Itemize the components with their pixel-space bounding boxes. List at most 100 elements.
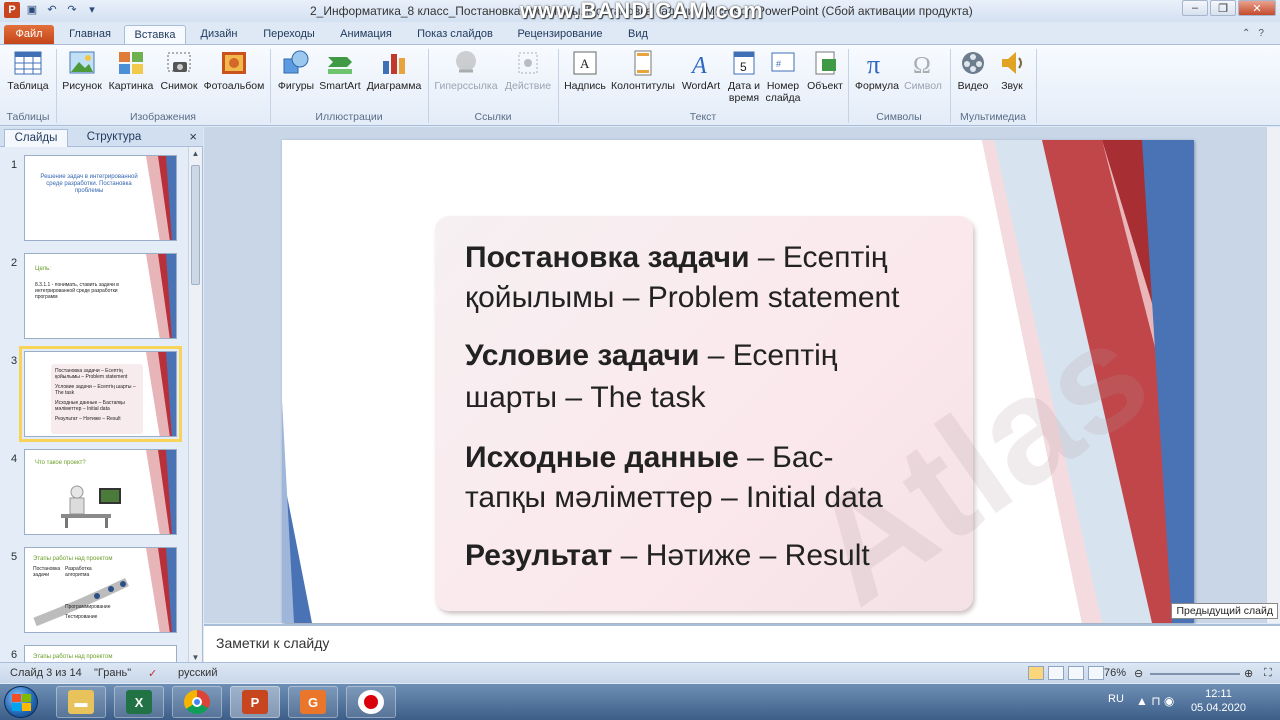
- tab-view[interactable]: Вид: [620, 25, 656, 44]
- slide-content-box[interactable]: Atlas Постановка задачи – Есептің қойылы…: [435, 216, 1177, 623]
- tab-design[interactable]: Дизайн: [192, 25, 246, 44]
- slide-number: 6: [11, 649, 18, 661]
- start-button[interactable]: [4, 686, 38, 718]
- slide-thumbnail-1[interactable]: Решение задач в интегрированной среде ра…: [24, 155, 177, 241]
- normal-view-button[interactable]: [1028, 666, 1044, 680]
- taskbar-pdf[interactable]: G: [288, 686, 338, 718]
- screenshot-button[interactable]: Снимок: [158, 49, 200, 92]
- notes-pane[interactable]: Заметки к слайду: [204, 624, 1280, 662]
- tab-animation[interactable]: Анимация: [330, 25, 402, 44]
- audio-button[interactable]: Звук: [994, 49, 1030, 92]
- smartart-button[interactable]: SmartArt: [318, 49, 362, 92]
- slideshow-view-button[interactable]: [1088, 666, 1104, 680]
- slide-thumbnail-4[interactable]: Что такое проект?: [24, 449, 177, 535]
- slide-thumbnail-3[interactable]: Постановка задачи – Есептің қойылымы – P…: [19, 346, 182, 442]
- calendar-icon: 5: [733, 51, 755, 75]
- zoom-level[interactable]: 76%: [1104, 667, 1126, 679]
- slide-thumbnail-title: Что такое проект?: [35, 460, 86, 466]
- tab-review[interactable]: Рецензирование: [508, 25, 612, 44]
- tray-icons[interactable]: ▲ ⊓ ◉: [1136, 694, 1174, 708]
- zoom-slider[interactable]: [1150, 673, 1240, 675]
- tab-outline[interactable]: Структура: [74, 129, 154, 147]
- reading-view-button[interactable]: [1068, 666, 1084, 680]
- film-reel-icon: [962, 52, 984, 74]
- taskbar-explorer[interactable]: ▬: [56, 686, 106, 718]
- action-icon: [518, 52, 538, 74]
- excel-icon: X: [126, 690, 152, 714]
- taskbar-powerpoint[interactable]: P: [230, 686, 280, 718]
- slides-pane-tabs: Слайды Структура ×: [0, 127, 203, 147]
- close-pane-icon[interactable]: ×: [189, 129, 197, 144]
- tab-slideshow[interactable]: Показ слайдов: [410, 25, 500, 44]
- tab-slides[interactable]: Слайды: [4, 129, 68, 147]
- slide-thumbnail-2[interactable]: Цель: 8.3.1.1 - понимать, ставить задачи…: [24, 253, 177, 339]
- svg-text:#: #: [776, 59, 781, 69]
- taskbar-excel[interactable]: X: [114, 686, 164, 718]
- language-indicator[interactable]: русский: [178, 667, 217, 679]
- smartart-icon: [328, 57, 352, 74]
- spelling-check-icon[interactable]: ✓: [148, 667, 157, 680]
- ribbon-help-controls[interactable]: ⌃?: [1242, 28, 1272, 39]
- tab-transitions[interactable]: Переходы: [256, 25, 322, 44]
- equation-button[interactable]: π Формула: [852, 49, 902, 92]
- textbox-button[interactable]: A Надпись: [562, 49, 608, 92]
- thumbnail-decoration: [146, 450, 176, 534]
- group-images: Изображения: [130, 111, 196, 123]
- slide-scrollbar[interactable]: [1266, 127, 1280, 623]
- slide-text-line: шарты – The task: [465, 381, 706, 414]
- hyperlink-button[interactable]: Гиперссылка: [432, 49, 500, 92]
- slide-sorter-view-button[interactable]: [1048, 666, 1064, 680]
- datetime-button[interactable]: 5 Дата и время: [726, 49, 762, 104]
- tab-home[interactable]: Главная: [62, 25, 118, 44]
- headerfooter-button[interactable]: Колонтитулы: [610, 49, 676, 92]
- window-controls: – ❐ ✕: [1182, 0, 1276, 16]
- maximize-button[interactable]: ❐: [1210, 0, 1236, 16]
- group-symbols: Символы: [876, 111, 922, 123]
- picture-button[interactable]: Рисунок: [60, 49, 104, 92]
- taskbar-chrome[interactable]: [172, 686, 222, 718]
- slide-thumbnail-5[interactable]: Этапы работы над проектом Постановка зад…: [24, 547, 177, 633]
- screenshot-icon: [167, 52, 191, 72]
- customize-qat-icon[interactable]: ▾: [84, 2, 100, 18]
- scroll-down-icon[interactable]: ▼: [189, 653, 202, 662]
- ribbon-tabs: Файл Главная Вставка Дизайн Переходы Ани…: [0, 22, 1280, 44]
- close-button[interactable]: ✕: [1238, 0, 1276, 16]
- minimize-button[interactable]: –: [1182, 0, 1208, 16]
- clipart-icon: [119, 52, 143, 74]
- table-button[interactable]: Таблица: [6, 49, 50, 92]
- taskbar-recorder[interactable]: [346, 686, 396, 718]
- zoom-in-icon[interactable]: ⊕: [1244, 667, 1253, 680]
- tab-file[interactable]: Файл: [4, 25, 54, 44]
- video-button[interactable]: Видео: [954, 49, 992, 92]
- clipart-button[interactable]: Картинка: [106, 49, 156, 92]
- theme-name[interactable]: "Грань": [94, 667, 131, 679]
- wordart-button[interactable]: A WordArt: [678, 49, 724, 92]
- fit-to-window-icon[interactable]: ⛶: [1264, 667, 1272, 680]
- redo-icon[interactable]: ↷: [64, 2, 80, 18]
- shapes-button[interactable]: Фигуры: [276, 49, 316, 92]
- tab-insert[interactable]: Вставка: [124, 25, 186, 44]
- action-button[interactable]: Действие: [502, 49, 554, 92]
- quick-access-toolbar: P ▣ ↶ ↷ ▾: [4, 2, 100, 18]
- windows-logo-icon: [12, 694, 31, 711]
- zoom-out-icon[interactable]: ⊖: [1134, 667, 1143, 680]
- photoalbum-button[interactable]: Фотоальбом: [202, 49, 266, 92]
- powerpoint-app-icon[interactable]: P: [4, 2, 20, 18]
- clock[interactable]: 12:11 05.04.2020: [1191, 687, 1246, 715]
- undo-icon[interactable]: ↶: [44, 2, 60, 18]
- person-at-computer-picture: [61, 485, 121, 528]
- symbol-button[interactable]: Ω Символ: [902, 49, 944, 92]
- pdf-app-icon: G: [300, 690, 326, 714]
- slidenumber-button[interactable]: # Номер слайда: [764, 49, 802, 104]
- thumbnail-decoration: [146, 254, 176, 338]
- object-button[interactable]: Объект: [804, 49, 846, 92]
- headerfooter-icon: [634, 50, 652, 76]
- save-icon[interactable]: ▣: [24, 2, 40, 18]
- scrollbar-thumb[interactable]: [191, 165, 200, 285]
- svg-text:Ω: Ω: [913, 53, 931, 77]
- scroll-up-icon[interactable]: ▲: [189, 149, 202, 158]
- input-language[interactable]: RU: [1108, 693, 1124, 705]
- slides-pane-scrollbar[interactable]: ▲ ▼: [188, 147, 202, 664]
- current-slide[interactable]: Atlas Постановка задачи – Есептің қойылы…: [282, 140, 1194, 623]
- chart-button[interactable]: Диаграмма: [364, 49, 424, 92]
